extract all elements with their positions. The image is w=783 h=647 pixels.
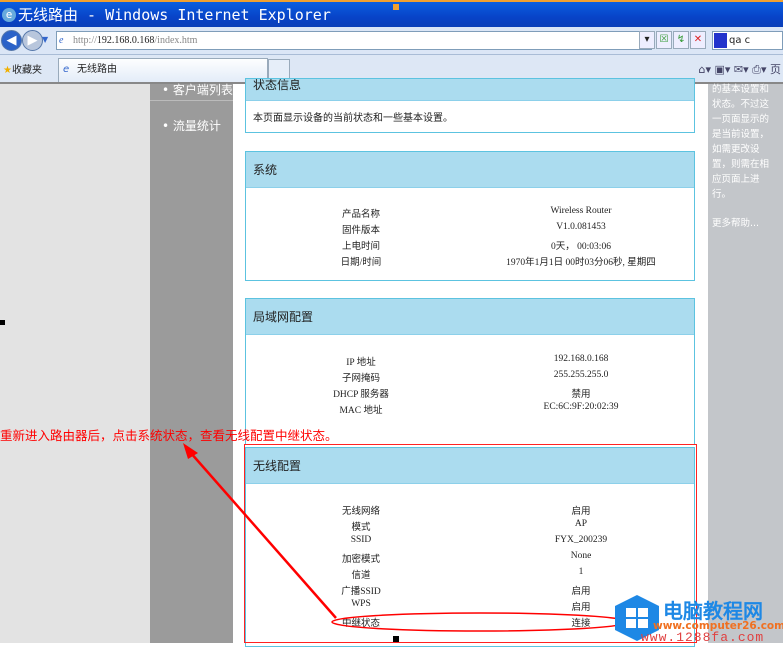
annotation-arrow-line — [189, 451, 337, 619]
resize-handle — [0, 320, 5, 325]
annotation-ellipse — [331, 612, 629, 632]
watermark: 电脑教程网 www.computer26.com www.1288fa.com — [613, 590, 783, 645]
annotation-arrowhead — [183, 443, 198, 459]
resize-handle — [393, 4, 399, 10]
resize-handle — [393, 636, 399, 642]
annotation-overlay — [0, 4, 629, 642]
